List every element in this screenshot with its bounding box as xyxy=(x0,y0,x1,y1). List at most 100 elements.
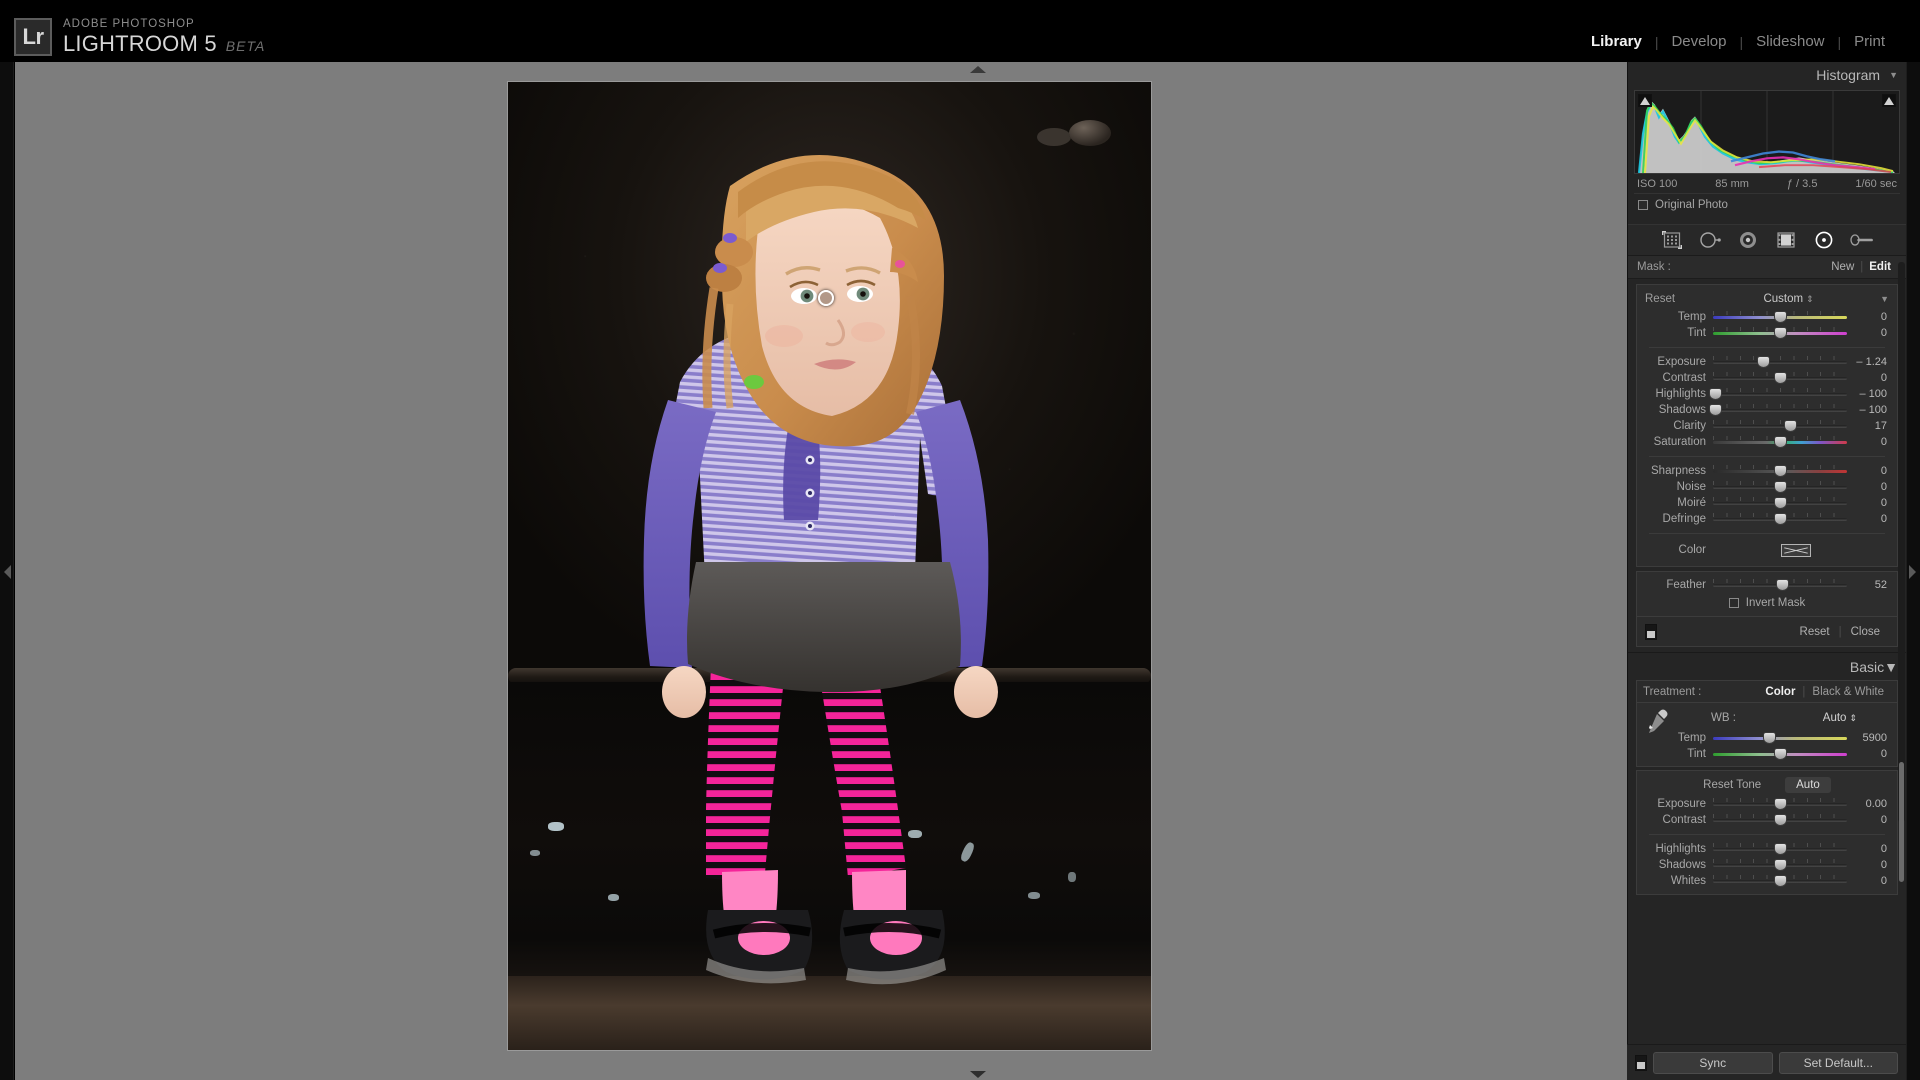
slider-track-basic-shadows[interactable] xyxy=(1713,858,1847,872)
slider-value-basic-whites[interactable]: 0 xyxy=(1847,875,1891,887)
basic-panel-header[interactable]: Basic ▼ xyxy=(1628,652,1906,680)
slider-value-defringe[interactable]: 0 xyxy=(1847,513,1891,525)
slider-value-basic-contrast[interactable]: 0 xyxy=(1847,814,1891,826)
graduated-filter-tool-icon[interactable] xyxy=(1774,229,1798,251)
set-default-button[interactable]: Set Default... xyxy=(1778,1051,1898,1074)
slider-track-basic-contrast[interactable] xyxy=(1713,813,1847,827)
slider-value-wb-tint[interactable]: 0 xyxy=(1847,748,1891,760)
sync-button[interactable]: Sync xyxy=(1653,1051,1773,1074)
slider-value-moire[interactable]: 0 xyxy=(1847,497,1891,509)
slider-value-saturation[interactable]: 0 xyxy=(1847,436,1891,448)
adjustment-brush-tool-icon[interactable] xyxy=(1850,229,1874,251)
crop-overlay-tool-icon[interactable] xyxy=(1660,229,1684,251)
slider-track-noise[interactable] xyxy=(1713,480,1847,494)
slider-value-sharpness[interactable]: 0 xyxy=(1847,465,1891,477)
local-close-button[interactable]: Close xyxy=(1842,626,1889,638)
slider-label-moire: Moiré xyxy=(1677,497,1706,509)
slider-value-shadows[interactable]: – 100 xyxy=(1847,404,1891,416)
left-panel-collapsed[interactable] xyxy=(0,62,14,1080)
slider-track-defringe[interactable] xyxy=(1713,512,1847,526)
mask-new-button[interactable]: New xyxy=(1825,261,1860,273)
histogram-graph[interactable] xyxy=(1634,90,1900,174)
treatment-color-button[interactable]: Color xyxy=(1758,686,1802,698)
slider-track-moire[interactable] xyxy=(1713,496,1847,510)
radial-filter-tool-icon[interactable] xyxy=(1812,229,1836,251)
right-panel-expand-arrow-icon[interactable] xyxy=(1909,565,1916,579)
histogram-header[interactable]: Histogram ▼ xyxy=(1628,62,1906,88)
auto-tone-button[interactable]: Auto xyxy=(1785,777,1831,793)
slider-label-wb-tint: Tint xyxy=(1687,748,1706,760)
slider-value-temp[interactable]: 0 xyxy=(1847,311,1891,323)
highlight-clipping-indicator[interactable] xyxy=(1882,94,1896,107)
slider-value-feather[interactable]: 52 xyxy=(1847,579,1891,591)
original-photo-row[interactable]: Original Photo xyxy=(1634,193,1900,215)
slider-value-basic-shadows[interactable]: 0 xyxy=(1847,859,1891,871)
slider-track-shadows[interactable] xyxy=(1709,403,1847,417)
slider-track-temp[interactable] xyxy=(1713,310,1847,324)
effect-reset-button[interactable]: Reset xyxy=(1645,293,1697,305)
slider-label-basic-shadows: Shadows xyxy=(1658,859,1706,871)
treatment-black-and-white-button[interactable]: Black & White xyxy=(1805,686,1891,698)
radial-filter-pin[interactable] xyxy=(818,290,834,306)
slider-track-tint[interactable] xyxy=(1713,326,1847,340)
slider-track-contrast[interactable] xyxy=(1713,371,1847,385)
shadow-clipping-indicator[interactable] xyxy=(1638,94,1652,107)
panel-power-switch[interactable] xyxy=(1645,623,1657,640)
slider-value-noise[interactable]: 0 xyxy=(1847,481,1891,493)
slider-label-sharpness: Sharpness xyxy=(1651,465,1706,477)
slider-track-sharpness[interactable] xyxy=(1713,464,1847,478)
color-swatch[interactable] xyxy=(1781,543,1811,557)
treatment-label: Treatment : xyxy=(1643,685,1702,698)
slider-track-wb-temp[interactable] xyxy=(1713,731,1847,745)
histogram-title: Histogram xyxy=(1816,67,1881,83)
slider-value-exposure[interactable]: – 1.24 xyxy=(1847,356,1891,368)
slider-track-basic-exposure[interactable] xyxy=(1713,797,1847,811)
slider-value-contrast[interactable]: 0 xyxy=(1847,372,1891,384)
slider-value-basic-highlights[interactable]: 0 xyxy=(1847,843,1891,855)
slider-label-noise: Noise xyxy=(1676,481,1706,493)
slider-value-highlights[interactable]: – 100 xyxy=(1847,388,1891,400)
reset-tone-button[interactable]: Reset Tone xyxy=(1703,779,1761,791)
module-develop[interactable]: Develop xyxy=(1658,33,1739,50)
module-slideshow[interactable]: Slideshow xyxy=(1743,33,1837,50)
slider-label-basic-whites: Whites xyxy=(1670,875,1706,887)
slider-value-clarity[interactable]: 17 xyxy=(1847,420,1891,432)
original-photo-checkbox-icon[interactable] xyxy=(1638,199,1648,210)
right-panel-edge[interactable] xyxy=(1906,62,1920,1080)
slider-track-basic-highlights[interactable] xyxy=(1713,842,1847,856)
mask-edit-button[interactable]: Edit xyxy=(1863,261,1897,273)
chevron-down-icon[interactable]: ▼ xyxy=(1889,70,1898,80)
white-balance-selector-icon[interactable] xyxy=(1645,707,1671,733)
effect-menu-chevron-icon[interactable]: ▼ xyxy=(1880,294,1889,304)
slider-value-basic-exposure[interactable]: 0.00 xyxy=(1847,798,1891,810)
photo-image[interactable] xyxy=(508,82,1151,1050)
slider-value-wb-temp[interactable]: 5900 xyxy=(1847,732,1891,744)
left-panel-expand-arrow-icon[interactable] xyxy=(4,565,11,579)
local-reset-button[interactable]: Reset xyxy=(1791,626,1839,638)
module-print[interactable]: Print xyxy=(1841,33,1898,50)
chevron-down-icon[interactable]: ▼ xyxy=(1884,659,1898,675)
right-panel-footer-bar: Sync Set Default... xyxy=(1627,1044,1906,1080)
sync-switch[interactable] xyxy=(1635,1054,1647,1071)
slider-track-wb-tint[interactable] xyxy=(1713,747,1847,761)
invert-mask-checkbox-icon[interactable] xyxy=(1728,597,1739,608)
white-balance-dropdown[interactable]: Auto ⇕ xyxy=(1823,712,1857,724)
effect-preset-dropdown[interactable]: Custom ⇕ xyxy=(1697,293,1880,305)
image-canvas[interactable] xyxy=(15,62,1642,1080)
slider-track-exposure[interactable] xyxy=(1713,355,1847,369)
spot-removal-tool-icon[interactable] xyxy=(1698,229,1722,251)
brand-title: LIGHTROOM 5 xyxy=(63,31,217,57)
red-eye-correction-tool-icon[interactable] xyxy=(1736,229,1760,251)
top-panel-collapse-arrow-icon[interactable] xyxy=(970,66,986,73)
slider-track-clarity[interactable] xyxy=(1713,419,1847,433)
invert-mask-row[interactable]: Invert Mask xyxy=(1637,593,1897,612)
toolbar-collapse-arrow-icon[interactable] xyxy=(970,1071,986,1078)
slider-track-basic-whites[interactable] xyxy=(1713,874,1847,888)
slider-value-tint[interactable]: 0 xyxy=(1847,327,1891,339)
effect-preset-row: Reset Custom ⇕ ▼ xyxy=(1637,289,1897,309)
slider-track-feather[interactable] xyxy=(1713,578,1847,592)
slider-track-saturation[interactable] xyxy=(1713,435,1847,449)
slider-track-highlights[interactable] xyxy=(1709,387,1847,401)
module-library[interactable]: Library xyxy=(1578,33,1655,50)
right-panel-scrollbar[interactable] xyxy=(1898,262,1905,882)
